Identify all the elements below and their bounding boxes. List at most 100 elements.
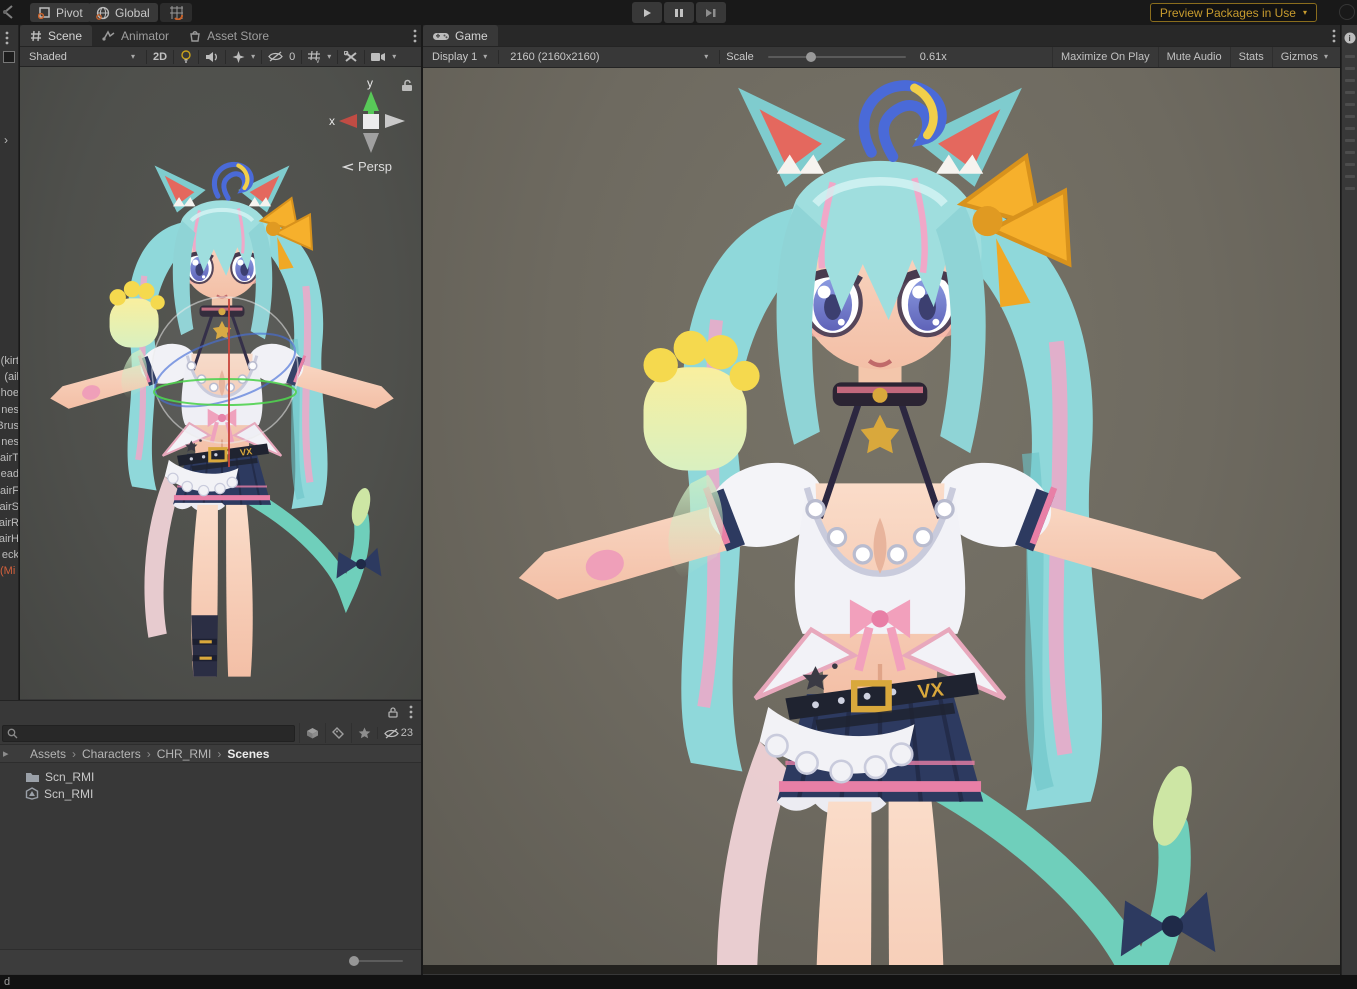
hierarchy-item[interactable]: hoe — [0, 387, 19, 403]
chevron-down-icon[interactable]: ▾ — [392, 53, 396, 61]
file-name: Scn_RMI — [44, 787, 93, 801]
hierarchy-item[interactable]: Brus — [0, 420, 19, 436]
scene-visibility-icon[interactable] — [268, 51, 283, 62]
grid-settings-icon[interactable]: y — [308, 51, 321, 63]
toggle-2d[interactable]: 2D — [153, 51, 167, 63]
slider-knob[interactable] — [349, 956, 359, 966]
tab-asset-store[interactable]: Asset Store — [179, 25, 279, 46]
hierarchy-item[interactable]: eck — [0, 549, 19, 565]
draw-mode-dropdown[interactable]: Shaded ▾ — [24, 49, 140, 65]
mute-audio-button[interactable]: Mute Audio — [1158, 47, 1230, 67]
expand-arrow-icon[interactable]: ▸ — [3, 747, 9, 760]
tab-animator-label: Animator — [121, 29, 169, 43]
preview-packages-button[interactable]: Preview Packages in Use ▾ — [1150, 3, 1317, 22]
hierarchy-item[interactable]: ead — [0, 468, 19, 484]
perspective-toggle[interactable]: Persp — [342, 159, 392, 174]
gizmos-label: Gizmos — [1281, 51, 1318, 63]
step-button[interactable] — [696, 2, 726, 23]
display-dropdown[interactable]: Display 1 ▾ — [427, 49, 492, 65]
hierarchy-item[interactable]: airS — [0, 501, 19, 517]
effects-icon[interactable] — [232, 51, 245, 63]
gizmos-dropdown[interactable]: Gizmos ▾ — [1272, 47, 1336, 67]
hierarchy-item[interactable]: ail) — [0, 371, 19, 387]
hierarchy-item[interactable]: airR — [0, 517, 19, 533]
grid-snap-button[interactable] — [160, 3, 192, 22]
chevron-down-icon[interactable]: ▾ — [327, 53, 331, 61]
hierarchy-panel-sliver: › kirt) ail) hoe nes Brus nes airT ead a… — [0, 25, 19, 700]
more-icon[interactable] — [409, 705, 413, 719]
hidden-assets-toggle[interactable]: 23 — [377, 727, 419, 739]
resolution-label: 2160 (2160x2160) — [510, 51, 599, 63]
preview-packages-label: Preview Packages in Use — [1160, 6, 1296, 20]
chevron-down-icon: ▾ — [483, 53, 487, 61]
pivot-button[interactable]: Pivot — [30, 3, 91, 22]
lighting-icon[interactable] — [180, 50, 192, 64]
status-bar[interactable]: d — [0, 975, 1357, 989]
chevron-down-icon[interactable]: ▾ — [251, 53, 255, 61]
more-icon[interactable] — [1332, 29, 1336, 43]
hierarchy-item[interactable]: kirt) — [0, 355, 19, 371]
persp-arrow-icon — [342, 162, 354, 172]
transform-tool-icon[interactable] — [2, 4, 16, 20]
more-icon[interactable] — [5, 31, 9, 45]
divider — [198, 50, 199, 64]
play-button[interactable] — [632, 2, 662, 23]
more-icon[interactable] — [413, 29, 417, 43]
list-item[interactable]: Scn_RMI — [0, 768, 421, 785]
scene-viewport[interactable]: y x Persp — [20, 67, 421, 699]
account-icon[interactable] — [1339, 4, 1355, 20]
hierarchy-item[interactable]: airT — [0, 452, 19, 468]
tools-icon[interactable] — [344, 51, 358, 63]
character-model-scene[interactable] — [38, 153, 406, 685]
project-file-list: Scn_RMI Scn_RMI — [0, 763, 421, 949]
list-item[interactable]: Scn_RMI — [0, 785, 421, 802]
hierarchy-item[interactable]: nes — [0, 436, 19, 452]
project-panel: 23 ▸ Assets › Characters › CHR_RMI › Sce… — [0, 700, 421, 975]
display-label: Display 1 — [432, 51, 477, 63]
scale-slider[interactable] — [768, 56, 906, 58]
star-icon — [358, 727, 371, 739]
hierarchy-swatch[interactable] — [3, 51, 15, 63]
tab-scene[interactable]: Scene — [20, 25, 92, 46]
tab-scene-label: Scene — [48, 29, 82, 43]
breadcrumb: ▸ Assets › Characters › CHR_RMI › Scenes — [0, 744, 421, 763]
chevron-down-icon: ▾ — [704, 53, 708, 61]
tab-asset-store-label: Asset Store — [207, 29, 269, 43]
breadcrumb-item[interactable]: Assets — [30, 747, 66, 761]
thumbnail-size-slider[interactable] — [351, 960, 403, 962]
tab-game[interactable]: Game — [423, 25, 498, 46]
inspector-clipped-rows — [1345, 55, 1355, 190]
maximize-on-play-button[interactable]: Maximize On Play — [1052, 47, 1158, 67]
stats-button[interactable]: Stats — [1230, 47, 1272, 67]
expand-arrow-icon[interactable]: › — [4, 133, 8, 147]
resolution-dropdown[interactable]: 2160 (2160x2160) ▾ — [505, 49, 713, 65]
info-icon[interactable]: i — [1344, 32, 1356, 44]
lock-icon[interactable] — [401, 79, 413, 92]
status-message: d — [4, 976, 10, 988]
divider — [301, 50, 302, 64]
axis-x-label: x — [329, 114, 335, 128]
search-by-label-button[interactable] — [325, 723, 351, 743]
unity-scene-icon — [25, 787, 39, 800]
hierarchy-item[interactable]: nes — [0, 404, 19, 420]
divider — [719, 50, 720, 64]
hierarchy-item-selected[interactable]: (Mi — [0, 565, 19, 581]
favorites-button[interactable] — [351, 723, 377, 743]
breadcrumb-item[interactable]: CHR_RMI — [157, 747, 212, 761]
global-button[interactable]: Global — [88, 3, 158, 22]
audio-icon[interactable] — [205, 51, 219, 63]
lock-icon[interactable] — [388, 706, 399, 718]
breadcrumb-item[interactable]: Characters — [82, 747, 141, 761]
model-cube-icon — [306, 727, 319, 739]
pause-button[interactable] — [664, 2, 694, 23]
tab-animator[interactable]: Animator — [92, 25, 179, 46]
camera-icon[interactable] — [371, 52, 386, 62]
game-tabbar: Game — [423, 25, 1340, 47]
slider-knob[interactable] — [806, 52, 816, 62]
breadcrumb-item-current[interactable]: Scenes — [227, 747, 269, 761]
hierarchy-item[interactable]: airH — [0, 533, 19, 549]
search-input[interactable] — [2, 725, 295, 742]
game-viewport[interactable] — [423, 68, 1340, 974]
search-by-type-button[interactable] — [299, 723, 325, 743]
hierarchy-item[interactable]: airF — [0, 485, 19, 501]
